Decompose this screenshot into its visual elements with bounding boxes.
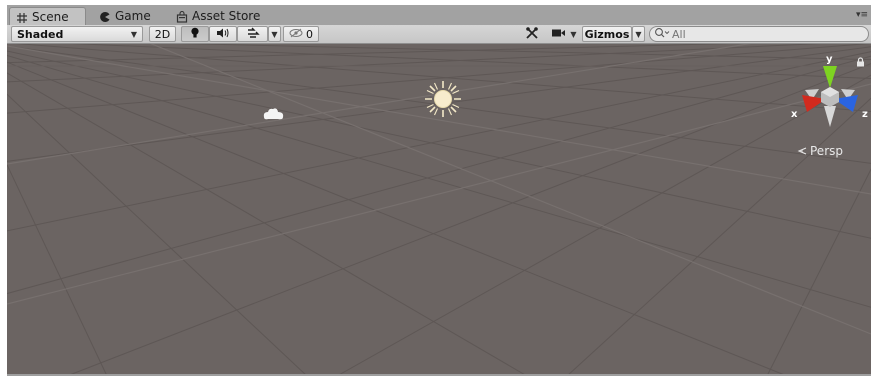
tab-bar: Scene Game Asset Store ▾≡ bbox=[7, 5, 871, 25]
eye-slash-icon bbox=[289, 28, 303, 41]
tab-scene[interactable]: Scene bbox=[9, 7, 86, 25]
2d-mode-label: 2D bbox=[154, 27, 171, 41]
effects-icon bbox=[246, 27, 260, 42]
gizmos-dropdown-button[interactable]: ▼ bbox=[632, 26, 645, 42]
2d-mode-toggle[interactable]: 2D bbox=[149, 26, 176, 42]
y-axis-label: y bbox=[826, 54, 833, 65]
search-input[interactable] bbox=[672, 27, 862, 41]
tab-asset-store[interactable]: Asset Store bbox=[170, 7, 275, 25]
chevron-down-icon: ▼ bbox=[130, 29, 137, 39]
perspective-icon bbox=[797, 144, 807, 158]
camera-gizmo-icon[interactable] bbox=[262, 106, 286, 122]
lock-icon[interactable] bbox=[856, 57, 865, 67]
gizmos-label: Gizmos bbox=[584, 27, 630, 41]
projection-label: Persp bbox=[810, 144, 843, 158]
light-bulb-icon bbox=[190, 27, 200, 42]
pacman-icon bbox=[99, 10, 111, 22]
tab-label: Game bbox=[115, 9, 151, 23]
scene-window: Scene Game Asset Store ▾≡ Shaded ▼ 2D ▼ … bbox=[7, 5, 871, 376]
viewport-bottom-border bbox=[7, 374, 871, 376]
grid-icon bbox=[16, 11, 28, 23]
video-camera-icon bbox=[551, 28, 567, 41]
speaker-icon bbox=[216, 27, 230, 42]
scene-audio-toggle[interactable] bbox=[209, 26, 237, 42]
effects-dropdown-button[interactable]: ▼ bbox=[268, 26, 281, 42]
shading-mode-value: Shaded bbox=[17, 27, 64, 41]
projection-toggle[interactable]: Persp bbox=[797, 144, 843, 158]
x-axis-label: x bbox=[791, 109, 798, 120]
directional-light-sun-icon[interactable] bbox=[423, 79, 463, 119]
tab-label: Scene bbox=[32, 9, 69, 24]
y-axis-cone[interactable] bbox=[823, 66, 837, 88]
scene-toolbar: Shaded ▼ 2D ▼ 0 ▼ Gizmos ▼ All bbox=[7, 25, 871, 44]
tab-label: Asset Store bbox=[192, 9, 261, 23]
window-menu-icon[interactable]: ▾≡ bbox=[856, 10, 868, 20]
gizmos-button[interactable]: Gizmos bbox=[582, 26, 632, 42]
scene-lighting-toggle[interactable] bbox=[181, 26, 209, 42]
scene-effects-toggle[interactable] bbox=[237, 26, 268, 42]
scene-tools-button[interactable] bbox=[518, 26, 546, 42]
chevron-down-icon: ▼ bbox=[271, 29, 278, 39]
camera-settings-button[interactable]: ▼ bbox=[547, 26, 581, 42]
tab-game[interactable]: Game bbox=[93, 7, 163, 25]
chevron-down-icon: ▼ bbox=[635, 29, 642, 39]
search-icon bbox=[654, 27, 670, 41]
hidden-objects-toggle[interactable]: 0 bbox=[283, 26, 319, 42]
shopping-bag-icon bbox=[176, 10, 188, 23]
chevron-down-icon: ▼ bbox=[570, 29, 577, 39]
hierarchy-search-field[interactable] bbox=[649, 26, 869, 42]
hidden-count: 0 bbox=[306, 27, 313, 41]
shading-mode-dropdown[interactable]: Shaded ▼ bbox=[11, 26, 143, 42]
wrench-cross-icon bbox=[525, 26, 539, 43]
scene-viewport[interactable]: y x z Persp bbox=[7, 44, 871, 376]
z-axis-label: z bbox=[862, 109, 868, 120]
